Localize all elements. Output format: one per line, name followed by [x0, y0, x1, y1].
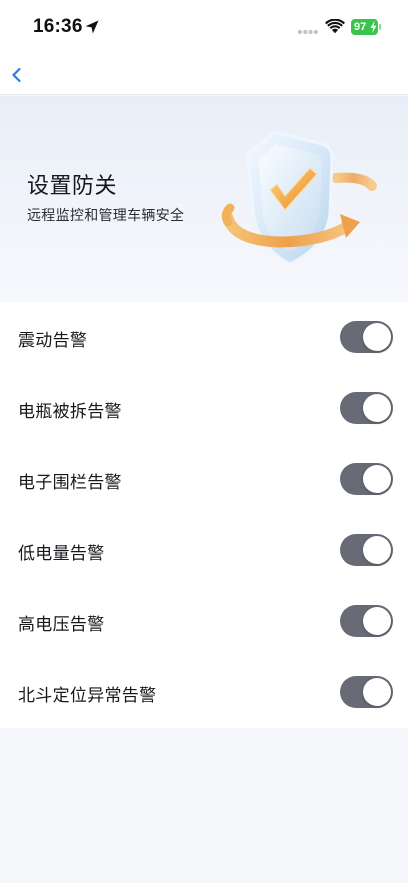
- toggle-knob: [363, 323, 391, 351]
- alert-row-low-battery: 低电量告警: [0, 515, 408, 586]
- high-voltage-alert-toggle[interactable]: [340, 605, 393, 637]
- alert-row-beidou-positioning: 北斗定位异常告警: [0, 657, 408, 728]
- battery-cap: [379, 24, 381, 30]
- toggle-knob: [363, 678, 391, 706]
- status-bar: 16:36 97: [0, 0, 408, 56]
- location-arrow-icon: [85, 20, 99, 34]
- banner-title: 设置防关: [27, 174, 118, 199]
- alert-label: 震动告警: [18, 331, 88, 351]
- alert-label: 高电压告警: [18, 615, 105, 635]
- toggle-knob: [363, 607, 391, 635]
- alert-row-high-voltage: 高电压告警: [0, 586, 408, 657]
- wifi-icon: [325, 19, 345, 34]
- battery-level: 97: [354, 21, 367, 33]
- geofence-alert-toggle[interactable]: [340, 463, 393, 495]
- alert-label: 低电量告警: [18, 544, 105, 564]
- charging-bolt-icon: [370, 21, 377, 33]
- shield-check-icon: [221, 130, 377, 266]
- vibration-alert-toggle[interactable]: [340, 321, 393, 353]
- toggle-knob: [363, 536, 391, 564]
- alert-row-geofence: 电子围栏告警: [0, 444, 408, 515]
- beidou-positioning-alert-toggle[interactable]: [340, 676, 393, 708]
- protection-banner: 设置防关 远程监控和管理车辆安全: [0, 96, 408, 302]
- alert-row-battery-removal: 电瓶被拆告警: [0, 373, 408, 444]
- alert-label: 电子围栏告警: [18, 473, 122, 493]
- alert-row-vibration: 震动告警: [0, 302, 408, 373]
- alert-settings-list: 震动告警 电瓶被拆告警 电子围栏告警 低电量告警 高电压告警 北斗定位异常告警: [0, 302, 408, 728]
- cellular-signal-icon: [297, 29, 319, 35]
- toggle-knob: [363, 394, 391, 422]
- chevron-left-icon[interactable]: [9, 66, 25, 84]
- banner-subtitle: 远程监控和管理车辆安全: [27, 208, 185, 224]
- battery-removal-alert-toggle[interactable]: [340, 392, 393, 424]
- low-battery-alert-toggle[interactable]: [340, 534, 393, 566]
- status-time: 16:36: [33, 16, 83, 37]
- navigation-bar: [0, 56, 408, 95]
- alert-label: 电瓶被拆告警: [18, 402, 122, 422]
- battery-indicator: 97: [351, 19, 378, 35]
- toggle-knob: [363, 465, 391, 493]
- alert-label: 北斗定位异常告警: [18, 686, 157, 706]
